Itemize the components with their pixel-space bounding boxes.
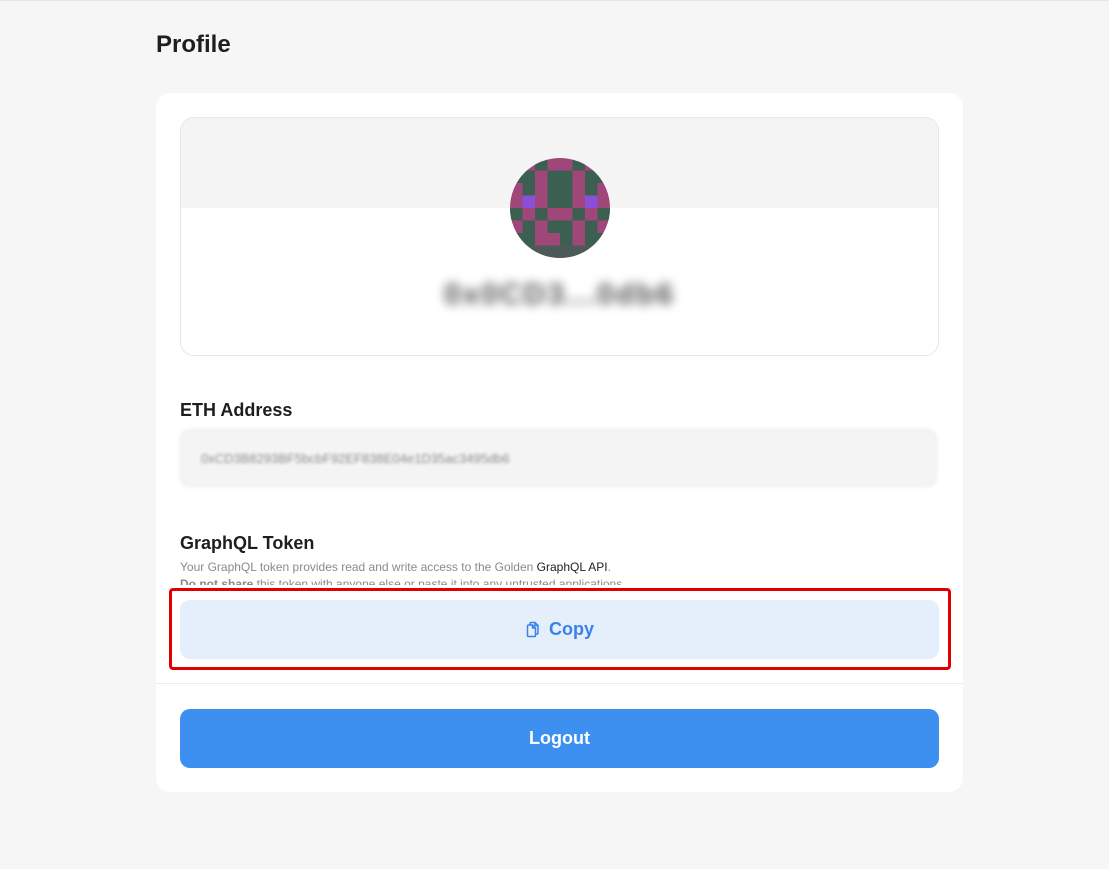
graphql-desc-end: .	[607, 560, 611, 574]
graphql-warning-text: this token with anyone else or paste it …	[253, 577, 626, 585]
profile-header: 0x0CD3...0db6	[180, 117, 939, 356]
graphql-token-description: Your GraphQL token provides read and wri…	[180, 559, 937, 585]
profile-card: 0x0CD3...0db6 ETH Address 0xCD3B8293BF5b…	[156, 93, 963, 792]
graphql-desc-text: Your GraphQL token provides read and wri…	[180, 560, 537, 574]
logout-button[interactable]: Logout	[180, 709, 939, 768]
copy-button-label: Copy	[549, 619, 594, 639]
divider	[156, 683, 963, 684]
page-title: Profile	[156, 31, 231, 58]
graphql-token-label: GraphQL Token	[180, 533, 315, 553]
eth-address-label: ETH Address	[180, 400, 293, 420]
clipboard-icon	[525, 621, 541, 638]
eth-address-field[interactable]: 0xCD3B8293BF5bcbF92EF838E04e1D35ac3495db…	[180, 429, 937, 487]
graphql-api-link[interactable]: GraphQL API	[537, 560, 608, 574]
copy-token-button[interactable]: Copy	[180, 600, 939, 659]
avatar-image	[510, 158, 610, 258]
graphql-warning-bold: Do not share	[180, 577, 254, 585]
username: 0x0CD3...0db6	[443, 278, 676, 311]
avatar	[510, 158, 610, 258]
